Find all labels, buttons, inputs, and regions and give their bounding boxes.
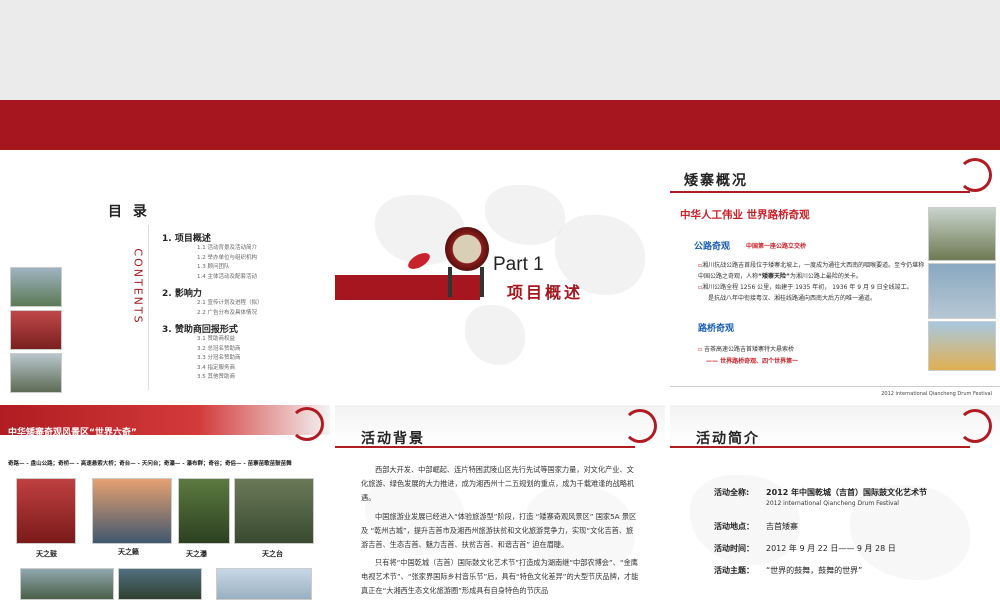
overview-header: 矮寨概况 <box>684 173 748 189</box>
festival-logo-icon <box>290 407 324 441</box>
toc-item[interactable]: 1.2 举办单位与组织机构 <box>197 254 263 264</box>
wonders-header: 中华矮寨奇观风景区“世界六奇” <box>8 428 137 438</box>
header-line <box>670 191 970 193</box>
toc-heading[interactable]: 3. 赞助商回报形式 <box>162 322 263 335</box>
slide-contents[interactable]: 目 录 CONTENTS 1. 项目概述 1.1 活动背景及活动简介 1.2 举… <box>0 155 330 400</box>
slide-summary[interactable]: 活动简介 活动全称: 2012 年中国乾城（吉首）国际鼓文化艺术节 2012 i… <box>670 405 1000 600</box>
photo-waterfall <box>178 478 230 544</box>
photo-suspension-bridge <box>216 568 312 600</box>
contents-vertical-label: CONTENTS <box>131 248 145 325</box>
background-paragraph-1: 西部大开发、中部崛起、连片特困武陵山区先行先试等国家力量，对文化产业、文化旅游、… <box>361 465 635 502</box>
photo-bridge <box>10 353 62 393</box>
road-subtitle: 中国第一座公路立交桥 <box>746 243 807 250</box>
toc-list: 1. 项目概述 1.1 活动背景及活动简介 1.2 举办单位与组织机构 1.3 … <box>162 227 263 383</box>
photo-valley <box>20 568 114 600</box>
background-paragraph-2: 中国旅游业发展已经进入“体验旅游型”阶段，打造 “矮寨奇观风景区” 国家5A 景… <box>361 512 637 549</box>
footer-line <box>670 386 1000 387</box>
festival-logo-icon <box>958 158 992 192</box>
road-title: 公路奇观 <box>694 242 731 252</box>
toc-item[interactable]: 2.2 广告分布及具体情况 <box>197 309 263 319</box>
value-time: 2012 年 9 月 22 日—— 9 月 28 日 <box>766 544 896 553</box>
photo-mountain <box>10 267 62 307</box>
background-header: 活动背景 <box>361 431 425 447</box>
slide-six-wonders[interactable]: 中华矮寨奇观风景区“世界六奇” 奇路— - 盘山公路；奇桥— - 高速悬索大桥；… <box>0 405 330 600</box>
toc-item[interactable]: 3.1 赞助商权益 <box>197 335 263 345</box>
bridge-line-2: —— 世界路桥奇观、四个世界第一 <box>706 358 799 365</box>
caption-waterfall: 天之瀑 <box>186 550 207 558</box>
part-number: Part 1 <box>493 254 544 275</box>
label-location: 活动地点： <box>714 522 754 531</box>
caption-drum: 天之鼓 <box>36 550 57 558</box>
toc-heading[interactable]: 2. 影响力 <box>162 286 263 299</box>
toc-heading[interactable]: 1. 项目概述 <box>162 231 263 244</box>
photo-canyon <box>118 568 202 600</box>
label-time: 活动时间： <box>714 544 754 553</box>
contents-title: 目 录 <box>108 204 150 220</box>
caption-sky: 天之籁 <box>118 548 139 556</box>
photo-performers <box>10 310 62 350</box>
value-theme: “世界的鼓舞，鼓舞的世界” <box>766 566 863 575</box>
slide-background[interactable]: 活动背景 西部大开发、中部崛起、连片特困武陵山区先行先试等国家力量，对文化产业、… <box>335 405 665 600</box>
background-paragraph-3: 只有将“中国乾城（吉首）国际鼓文化艺术节”打造成为湖南继“中部农博会”、“金鹰电… <box>361 558 639 595</box>
toc-item[interactable]: 3.4 指定服务商 <box>197 364 263 374</box>
drum-icon <box>445 227 489 271</box>
photo-hang-glider <box>928 321 996 371</box>
photo-platform <box>234 478 314 544</box>
value-full-name: 2012 年中国乾城（吉首）国际鼓文化艺术节 <box>766 488 928 497</box>
photo-cliff-road <box>928 207 996 261</box>
road-text-end: 为湘川公路上最险的关卡。 <box>789 273 862 280</box>
toc-item[interactable]: 1.4 主体活动及配套活动 <box>197 273 263 283</box>
toc-item[interactable]: 3.3 分冠名赞助商 <box>197 354 263 364</box>
part-title: 项目概述 <box>507 283 584 302</box>
toc-item[interactable]: 3.5 其他赞助商 <box>197 373 263 383</box>
road-text-3: 是抗战八年中衔接粤汉、湘桂线路通向西南大后方的唯一通道。 <box>708 295 877 302</box>
photo-sky <box>92 478 172 544</box>
bridge-text: 吉茶高速公路吉首矮寨特大悬索桥 <box>703 346 794 353</box>
world-map-shape <box>485 185 565 245</box>
toc-item[interactable]: 1.1 活动背景及活动简介 <box>197 244 263 254</box>
banner-red-band <box>0 100 1000 150</box>
overview-subtitle: 中华人工伟业 世界路桥奇观 <box>680 209 810 221</box>
toc-item[interactable]: 3.2 总冠名赞助商 <box>197 345 263 355</box>
top-banner <box>0 0 1000 150</box>
contents-divider <box>148 225 149 390</box>
value-full-name-en: 2012 international Qiancheng Drum Festiv… <box>766 500 899 507</box>
slide-overview[interactable]: 矮寨概况 中华人工伟业 世界路桥奇观 公路奇观 中国第一座公路立交桥 ▫湘川抗战… <box>670 155 1000 400</box>
photo-paraglider <box>928 263 996 319</box>
photo-drum <box>16 478 76 544</box>
toc-item[interactable]: 1.3 顾问团队 <box>197 263 263 273</box>
bridge-title: 路桥奇观 <box>698 324 735 334</box>
wonders-list: 奇路— - 盘山公路；奇桥— - 高速悬索大桥；奇台— - 天问台；奇瀑— - … <box>8 461 292 467</box>
road-text-2: 湘川公路全程 1256 公里，始建于 1935 年初， 1936 年 9 月 9… <box>702 284 913 291</box>
road-text-bold: “矮寨天险” <box>758 273 790 280</box>
bridge-line-1: ▫ 吉茶高速公路吉首矮寨特大悬索桥 <box>698 344 794 353</box>
road-paragraph: ▫湘川抗战公路吉首段位于矮寨北坡上，一度成为通往大西南的咽喉要道。至今仍堪称中国… <box>698 260 926 304</box>
festival-logo-icon <box>958 409 992 443</box>
toc-item[interactable]: 2.1 宣传计划及进程（拟） <box>197 299 263 309</box>
label-theme: 活动主题： <box>714 566 754 575</box>
festival-logo-icon <box>623 409 657 443</box>
slide-part1[interactable]: Part 1 项目概述 <box>335 155 665 400</box>
drum-stand-icon <box>448 267 484 297</box>
label-full-name: 活动全称: <box>714 488 750 497</box>
summary-header: 活动简介 <box>696 431 760 447</box>
caption-platform: 天之台 <box>262 550 283 558</box>
overview-footer: 2012 international Qiancheng Drum Festiv… <box>881 391 992 397</box>
world-map-shape <box>465 305 525 365</box>
value-location: 吉首矮寨 <box>766 522 798 531</box>
